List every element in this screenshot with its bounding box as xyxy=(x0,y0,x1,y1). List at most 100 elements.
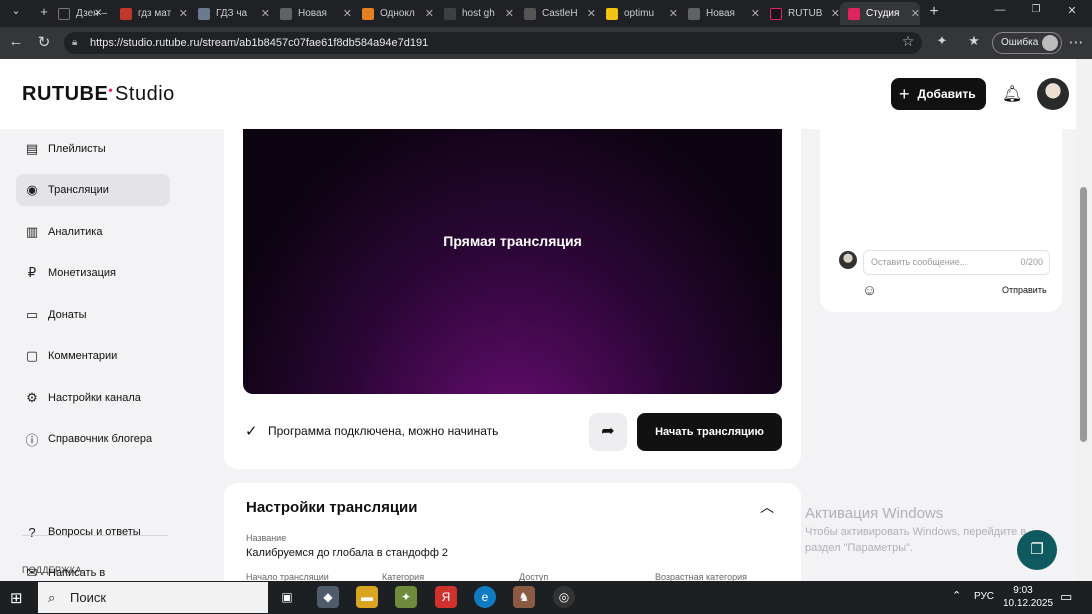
sidebar-item-label: Монетизация xyxy=(48,267,116,279)
sidebar-item-broadcasts[interactable]: ◉ Трансляции xyxy=(16,174,170,206)
minimize-icon[interactable]: — xyxy=(990,4,1010,16)
notifications-icon[interactable]: ▭ xyxy=(1060,589,1072,605)
logo-main-text: RUTUBE xyxy=(22,83,109,105)
taskbar-search[interactable]: ⌕ Поиск xyxy=(38,582,268,613)
new-tab-icon xyxy=(280,7,292,20)
tray-overflow-icon[interactable]: ⌃ xyxy=(952,589,961,602)
gear-icon: ⚙ xyxy=(26,390,38,405)
windows-start-icon[interactable]: ⊞ xyxy=(10,589,23,607)
back-icon[interactable]: ← xyxy=(6,33,26,50)
browser-tab[interactable]: Новая ✕ xyxy=(680,2,760,25)
browser-tab[interactable]: Новая ✕ xyxy=(272,2,352,25)
share-icon: ➦ xyxy=(601,423,615,440)
yandex-browser-icon[interactable]: Я xyxy=(435,586,457,608)
emoji-icon[interactable]: ☺ xyxy=(862,282,877,299)
file-explorer-icon[interactable]: ▬ xyxy=(356,586,378,608)
extensions-icon[interactable]: ✦ xyxy=(932,33,952,49)
sidebar-item-faq[interactable]: ? Вопросы и ответы xyxy=(16,516,170,548)
browser-tab[interactable]: гдз мат ✕ xyxy=(112,2,188,25)
rutube-studio-logo[interactable]: RUTUBE• Studio xyxy=(22,83,175,106)
close-icon[interactable]: ✕ xyxy=(94,2,106,25)
age-rating-label: Возрастная категория xyxy=(655,572,747,581)
obs-icon[interactable]: ◎ xyxy=(553,586,575,608)
language-indicator[interactable]: РУС xyxy=(974,591,994,602)
sidebar-item-label: Аналитика xyxy=(48,226,103,238)
browser-tab[interactable]: CastleH ✕ xyxy=(516,2,596,25)
check-icon: ✓ xyxy=(245,423,258,440)
sidebar-item-label: Трансляции xyxy=(48,184,109,196)
browser-tab[interactable]: host gh ✕ xyxy=(436,2,514,25)
bookmark-star-icon[interactable]: ☆ xyxy=(898,33,918,50)
task-view-icon[interactable]: ▣ xyxy=(276,586,298,608)
app-icon[interactable]: ◆ xyxy=(317,586,339,608)
profile-error-button[interactable]: Ошибка xyxy=(992,32,1062,54)
close-icon[interactable]: ✕ xyxy=(751,7,760,20)
close-icon[interactable]: ✕ xyxy=(911,7,920,20)
bell-icon[interactable]: 🔔︎ xyxy=(1002,84,1022,104)
help-chat-button[interactable]: ❐ xyxy=(1017,530,1057,570)
close-icon[interactable]: ✕ xyxy=(425,7,434,20)
url-text: https://studio.rutube.ru/stream/ab1b8457… xyxy=(90,37,429,49)
browser-tab-active[interactable]: Студия ✕ xyxy=(840,2,920,25)
chat-bubble-icon: ❐ xyxy=(1030,541,1044,558)
chat-message-input[interactable]: Оставить сообщение... 0/200 xyxy=(863,250,1050,275)
tab-title: ГДЗ ча xyxy=(216,8,248,19)
sidebar-item-comments[interactable]: ▢ Комментарии xyxy=(16,340,170,372)
windows-taskbar: ⊞ ⌕ Поиск ▣ ◆ ▬ ✦ Я e ♞ ◎ ⌃ РУС 9:03 10.… xyxy=(0,581,1092,614)
tab-title: Студия xyxy=(866,8,900,19)
browser-toolbar: ← ↻ 🔒︎ https://studio.rutube.ru/stream/a… xyxy=(0,27,1092,59)
user-avatar[interactable] xyxy=(1037,78,1069,110)
sidebar-item-label: Донаты xyxy=(48,309,87,321)
browser-tab[interactable]: RUTUB ✕ xyxy=(762,2,840,25)
clock-time: 9:03 xyxy=(1013,585,1033,596)
start-stream-button[interactable]: Начать трансляцию xyxy=(637,413,782,451)
sidebar-item-label: Настройки канала xyxy=(48,392,141,404)
donations-icon: ▭ xyxy=(25,307,39,322)
close-icon[interactable]: ✕ xyxy=(831,7,840,20)
window-close-icon[interactable]: ✕ xyxy=(1062,4,1082,17)
close-icon[interactable]: ✕ xyxy=(261,7,270,20)
sidebar-item-blogger-guide[interactable]: ⓘ Справочник блогера xyxy=(16,423,170,455)
reload-icon[interactable]: ↻ xyxy=(34,33,54,51)
new-tab-plus-icon[interactable]: + xyxy=(924,3,944,21)
page-scrollbar[interactable] xyxy=(1076,59,1092,581)
restore-icon[interactable]: ❐ xyxy=(1026,4,1046,15)
add-button[interactable]: + Добавить xyxy=(891,78,986,110)
chevron-up-icon[interactable]: ︿ xyxy=(760,497,774,517)
browser-tab[interactable]: Однокл ✕ xyxy=(354,2,434,25)
sidebar-item-donations[interactable]: ▭ Донаты xyxy=(16,299,170,331)
media-app-icon[interactable]: ♞ xyxy=(513,586,535,608)
close-icon[interactable]: ✕ xyxy=(179,7,188,20)
more-menu-icon[interactable]: ⋯ xyxy=(1066,33,1086,51)
favorites-icon[interactable]: ★ xyxy=(964,33,984,49)
close-icon[interactable]: ✕ xyxy=(587,7,596,20)
send-button[interactable]: Отправить xyxy=(1002,285,1047,295)
game-app-icon[interactable]: ✦ xyxy=(395,586,417,608)
share-button[interactable]: ➦ xyxy=(589,413,627,451)
sidebar-item-label: Комментарии xyxy=(48,350,118,362)
question-icon: ? xyxy=(28,524,36,540)
tab-title: гдз мат xyxy=(138,8,172,19)
browser-tab[interactable]: ГДЗ ча ✕ xyxy=(190,2,270,25)
browser-tab[interactable]: optimu ✕ xyxy=(598,2,678,25)
close-icon[interactable]: ✕ xyxy=(505,7,514,20)
edge-icon[interactable]: e xyxy=(474,586,496,608)
site-info-icon[interactable]: 🔒︎ xyxy=(72,32,77,54)
close-icon[interactable]: ✕ xyxy=(669,7,678,20)
sidebar-item-write-support[interactable]: ✉ Написать в xyxy=(16,557,170,581)
scrollbar-thumb[interactable] xyxy=(1080,187,1087,442)
taskbar-clock[interactable]: 9:03 10.12.2025 xyxy=(1003,584,1053,610)
close-icon[interactable]: ✕ xyxy=(343,7,352,20)
sidebar-item-monetization[interactable]: ₽ Монетизация xyxy=(16,257,170,289)
sidebar-item-label: Плейлисты xyxy=(48,143,106,155)
sidebar-item-channel-settings[interactable]: ⚙ Настройки канала xyxy=(16,382,170,414)
tab-favicon-icon xyxy=(524,7,536,20)
video-player[interactable]: Прямая трансляция xyxy=(243,129,782,394)
sidebar-item-playlists[interactable]: ▤ Плейлисты xyxy=(16,133,170,165)
tab-list-icon[interactable]: ⌄ xyxy=(6,4,26,17)
chat-card: Оставить сообщение... 0/200 ☺ Отправить xyxy=(820,129,1062,312)
address-bar[interactable]: 🔒︎ https://studio.rutube.ru/stream/ab1b8… xyxy=(64,32,922,54)
sidebar-item-analytics[interactable]: ▥ Аналитика xyxy=(16,216,170,248)
tab-favicon-icon xyxy=(444,7,456,20)
logo-studio-text: Studio xyxy=(115,83,175,105)
